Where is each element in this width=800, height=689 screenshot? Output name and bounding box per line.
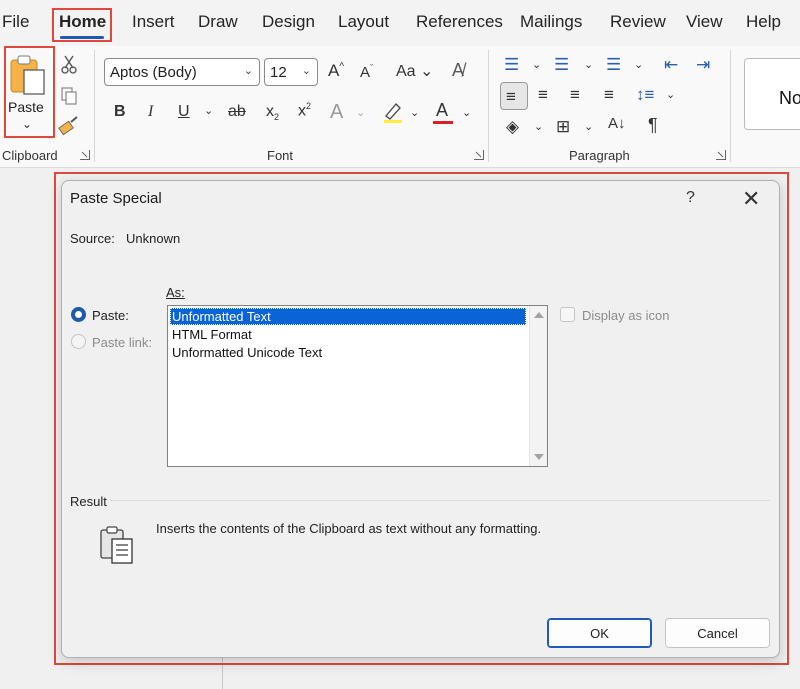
- chevron-down-icon[interactable]: ⌄: [356, 108, 365, 119]
- chevron-down-icon: ⌄: [243, 65, 253, 77]
- styles-gallery[interactable]: No: [744, 58, 800, 130]
- shading-icon[interactable]: ◈: [506, 118, 519, 135]
- ribbon-home: Paste ⌄ Clipboard Aptos (Body) ⌄ 12 ⌄ A^…: [0, 46, 800, 168]
- result-divider: [110, 500, 770, 501]
- clipboard-group-label: Clipboard: [2, 148, 58, 163]
- line-spacing-icon[interactable]: ↕≡: [636, 86, 654, 103]
- multilevel-list-icon[interactable]: ☰: [606, 56, 621, 73]
- highlight-icon[interactable]: [382, 100, 404, 124]
- paste-link-radio-label[interactable]: Paste link:: [92, 335, 152, 350]
- tab-help[interactable]: Help: [746, 12, 781, 32]
- bullets-icon[interactable]: ☰: [504, 56, 519, 73]
- paste-special-dialog: Paste Special ? ✕ Source: Unknown As: Pa…: [61, 180, 780, 658]
- tab-view[interactable]: View: [686, 12, 723, 32]
- ok-button[interactable]: OK: [547, 618, 652, 648]
- font-color-swatch: [433, 121, 453, 124]
- chevron-down-icon[interactable]: ⌄: [204, 106, 213, 117]
- chevron-down-icon: ⌄: [301, 65, 311, 77]
- font-name-combo[interactable]: Aptos (Body) ⌄: [104, 58, 260, 86]
- tab-draw[interactable]: Draw: [198, 12, 238, 32]
- increase-indent-icon[interactable]: ⇥: [696, 56, 710, 73]
- display-as-icon-label[interactable]: Display as icon: [582, 308, 669, 323]
- copy-icon[interactable]: [60, 86, 78, 106]
- result-description: Inserts the contents of the Clipboard as…: [156, 521, 542, 536]
- chevron-down-icon[interactable]: ⌄: [410, 108, 419, 119]
- chevron-down-icon[interactable]: ⌄: [584, 122, 593, 133]
- help-icon[interactable]: ?: [686, 189, 695, 207]
- sort-icon[interactable]: A↓: [608, 116, 626, 131]
- scroll-up-icon[interactable]: [534, 312, 544, 318]
- subscript-icon[interactable]: x2: [266, 103, 279, 122]
- grow-font-icon[interactable]: A^: [328, 62, 344, 79]
- list-item[interactable]: HTML Format: [170, 326, 526, 343]
- source-label: Source:: [70, 231, 115, 246]
- bold-icon[interactable]: B: [114, 104, 126, 120]
- chevron-down-icon[interactable]: ⌄: [532, 60, 541, 71]
- align-right-icon[interactable]: ≡: [570, 86, 580, 103]
- align-center-icon[interactable]: ≡: [538, 86, 548, 103]
- tab-mailings[interactable]: Mailings: [520, 12, 582, 32]
- underline-icon[interactable]: U: [178, 104, 190, 120]
- numbering-icon[interactable]: ☰: [554, 56, 569, 73]
- font-color-icon[interactable]: A: [436, 101, 448, 119]
- paste-highlight: [4, 46, 55, 138]
- paragraph-group-label: Paragraph: [569, 148, 630, 163]
- strikethrough-icon[interactable]: ab: [228, 104, 246, 120]
- group-divider: [94, 50, 95, 162]
- decrease-indent-icon[interactable]: ⇤: [664, 56, 678, 73]
- align-left-icon: ≡: [506, 87, 516, 106]
- clipboard-text-icon: [100, 526, 133, 564]
- ribbon-tab-bar: File Home Insert Draw Design Layout Refe…: [0, 0, 800, 46]
- tab-design[interactable]: Design: [262, 12, 315, 32]
- font-group-label: Font: [267, 148, 294, 163]
- borders-icon[interactable]: ⊞: [556, 118, 570, 135]
- chevron-down-icon[interactable]: ⌄: [584, 60, 593, 71]
- text-effects-icon[interactable]: A: [330, 102, 343, 122]
- result-label: Result: [70, 494, 107, 509]
- cancel-button[interactable]: Cancel: [665, 618, 770, 648]
- paste-radio-label[interactable]: Paste:: [92, 308, 129, 323]
- font-size-value: 12: [270, 64, 287, 81]
- tab-insert[interactable]: Insert: [132, 12, 175, 32]
- chevron-down-icon[interactable]: ⌄: [634, 60, 643, 71]
- list-item[interactable]: Unformatted Unicode Text: [170, 344, 526, 361]
- tab-references[interactable]: References: [416, 12, 503, 32]
- tab-review[interactable]: Review: [610, 12, 666, 32]
- scroll-down-icon[interactable]: [534, 454, 544, 460]
- paste-link-radio[interactable]: [71, 334, 86, 349]
- dialog-title: Paste Special: [70, 190, 162, 207]
- format-listbox[interactable]: Unformatted Text HTML Format Unformatted…: [167, 305, 548, 467]
- home-tab-highlight: [52, 8, 112, 42]
- style-normal-preview: No: [779, 88, 800, 108]
- chevron-down-icon[interactable]: ⌄: [462, 108, 471, 119]
- as-label: As:: [166, 285, 185, 300]
- italic-icon[interactable]: I: [148, 104, 153, 120]
- display-as-icon-checkbox[interactable]: [560, 307, 575, 322]
- font-size-combo[interactable]: 12 ⌄: [264, 58, 318, 86]
- source-value: Unknown: [126, 231, 181, 246]
- group-divider: [730, 50, 731, 162]
- font-name-value: Aptos (Body): [110, 64, 197, 81]
- clear-formatting-icon[interactable]: A̸: [452, 61, 464, 79]
- align-left-button[interactable]: ≡: [500, 82, 528, 110]
- group-divider: [488, 50, 489, 162]
- format-painter-icon[interactable]: [58, 116, 80, 136]
- tab-layout[interactable]: Layout: [338, 12, 389, 32]
- close-icon[interactable]: ✕: [742, 186, 760, 212]
- tab-file[interactable]: File: [2, 12, 29, 32]
- clipboard-launcher-icon[interactable]: [80, 150, 90, 160]
- chevron-down-icon[interactable]: ⌄: [534, 122, 543, 133]
- show-formatting-icon[interactable]: ¶: [648, 116, 658, 134]
- list-item[interactable]: Unformatted Text: [170, 308, 526, 325]
- font-launcher-icon[interactable]: [474, 150, 484, 160]
- paragraph-launcher-icon[interactable]: [716, 150, 726, 160]
- shrink-font-icon[interactable]: Aˇ: [360, 64, 373, 81]
- change-case-icon[interactable]: Aa ⌄: [396, 64, 433, 80]
- paste-radio[interactable]: [71, 307, 86, 322]
- superscript-icon[interactable]: x2: [298, 102, 311, 119]
- cut-icon[interactable]: [60, 54, 78, 74]
- justify-icon[interactable]: ≡: [604, 86, 614, 103]
- listbox-scrollbar[interactable]: [529, 306, 547, 466]
- chevron-down-icon[interactable]: ⌄: [666, 90, 675, 101]
